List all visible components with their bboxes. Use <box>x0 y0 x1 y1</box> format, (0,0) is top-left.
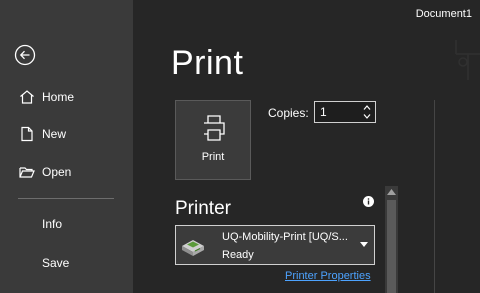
back-button[interactable] <box>14 44 36 66</box>
info-icon[interactable] <box>363 196 374 207</box>
print-button[interactable]: Print <box>175 100 251 180</box>
sidebar-item-label: Home <box>42 90 75 104</box>
printer-heading: Printer <box>175 198 231 219</box>
print-button-label: Print <box>201 151 225 163</box>
scroll-up-arrow-icon[interactable] <box>387 189 396 195</box>
printer-dropdown[interactable]: UQ-Mobility-Print [UQ/S... Ready <box>175 225 375 265</box>
sidebar-item-info[interactable]: Info <box>42 213 62 235</box>
sidebar-item-open[interactable]: Open <box>18 161 71 183</box>
decorative-pattern-icon <box>455 40 480 80</box>
preview-divider <box>434 100 435 293</box>
sidebar-item-label: Open <box>42 165 72 179</box>
sidebar-item-label: Info <box>42 217 63 231</box>
printer-properties-link[interactable]: Printer Properties <box>285 270 371 282</box>
caret-down-icon <box>360 242 368 247</box>
sidebar-item-save[interactable]: Save <box>42 252 69 274</box>
scrollbar-thumb[interactable] <box>387 200 396 293</box>
sidebar-item-label: New <box>42 127 67 141</box>
arrow-left-circle-icon <box>14 44 36 66</box>
chevron-up-icon[interactable] <box>362 103 372 112</box>
copies-stepper[interactable]: 1 <box>314 101 376 123</box>
printer-status: Ready <box>222 249 254 261</box>
copies-label: Copies: <box>268 106 309 120</box>
printer-name: UQ-Mobility-Print [UQ/S... <box>222 231 348 243</box>
backstage-sidebar: Home New Open Info Save <box>0 0 133 293</box>
sidebar-item-new[interactable]: New <box>18 123 66 145</box>
settings-scrollbar[interactable] <box>385 186 398 293</box>
document-title: Document1 <box>415 8 472 20</box>
sidebar-divider <box>18 198 114 199</box>
new-document-icon <box>18 125 36 143</box>
printer-device-icon <box>182 240 204 256</box>
sidebar-item-home[interactable]: Home <box>18 86 74 108</box>
page-title: Print <box>171 44 244 82</box>
printer-icon <box>204 115 225 141</box>
open-folder-icon <box>18 163 36 181</box>
sidebar-item-label: Save <box>42 256 70 270</box>
copies-input[interactable]: 1 <box>320 105 327 119</box>
home-icon <box>18 88 36 106</box>
chevron-down-icon[interactable] <box>362 112 372 121</box>
